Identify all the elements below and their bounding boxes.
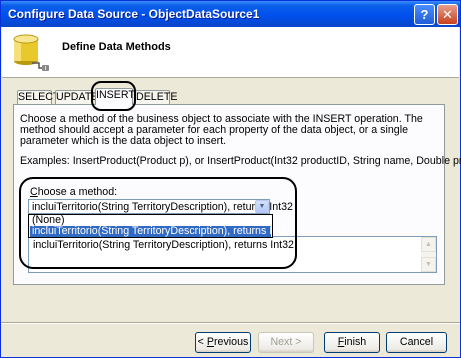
cancel-button[interactable]: Cancel [386, 332, 447, 353]
signature-scrollbar[interactable]: ▲ ▼ [421, 237, 436, 272]
next-button[interactable]: Next > [258, 332, 314, 353]
scroll-down-icon[interactable]: ▼ [421, 257, 436, 272]
window-title: Configure Data Source - ObjectDataSource… [8, 7, 260, 21]
finish-button[interactable]: Finish [324, 332, 380, 353]
insert-description: Choose a method of the business object t… [20, 113, 423, 147]
method-dropdown-list[interactable]: (None) incluiTerritorio(String Territory… [28, 214, 293, 238]
footer-separator [1, 322, 460, 324]
tab-update[interactable]: UPDATE [55, 90, 98, 104]
method-combobox[interactable]: incluiTerritorio(String TerritoryDescrip… [28, 199, 293, 214]
choose-method-text: hoose a method: [37, 186, 118, 198]
tab-select[interactable]: SELECT [17, 90, 59, 104]
help-button[interactable]: ? [414, 4, 435, 25]
tab-insert[interactable]: INSERT [95, 88, 135, 105]
chevron-down-icon[interactable]: ▼ [255, 200, 269, 213]
page-title: Define Data Methods [62, 41, 171, 53]
tab-delete[interactable]: DELETE [135, 90, 177, 104]
previous-accel: P [206, 336, 214, 348]
method-signature-box: incluiTerritorio(String TerritoryDescrip… [28, 236, 437, 273]
close-button[interactable]: ✕ [437, 4, 458, 25]
configure-data-source-dialog: Configure Data Source - ObjectDataSource… [0, 0, 461, 358]
method-signature-text: incluiTerritorio(String TerritoryDescrip… [33, 239, 294, 251]
previous-prefix: < [197, 336, 207, 348]
finish-text: inish [344, 336, 367, 348]
choose-method-label: Choose a method: [30, 186, 117, 198]
dropdown-option-incluiterritorio[interactable]: incluiTerritorio(String TerritoryDescrip… [30, 226, 293, 237]
previous-button[interactable]: < Previous [195, 332, 251, 353]
title-bar[interactable]: Configure Data Source - ObjectDataSource… [1, 1, 460, 27]
previous-text: revious [213, 336, 249, 348]
insert-examples: Examples: InsertProduct(Product p), or I… [20, 155, 461, 167]
method-combobox-value: incluiTerritorio(String TerritoryDescrip… [32, 201, 293, 213]
wizard-header: Define Data Methods [2, 27, 459, 78]
scroll-up-icon[interactable]: ▲ [421, 237, 436, 252]
database-icon [13, 34, 49, 71]
choose-method-accel: C [30, 186, 38, 198]
